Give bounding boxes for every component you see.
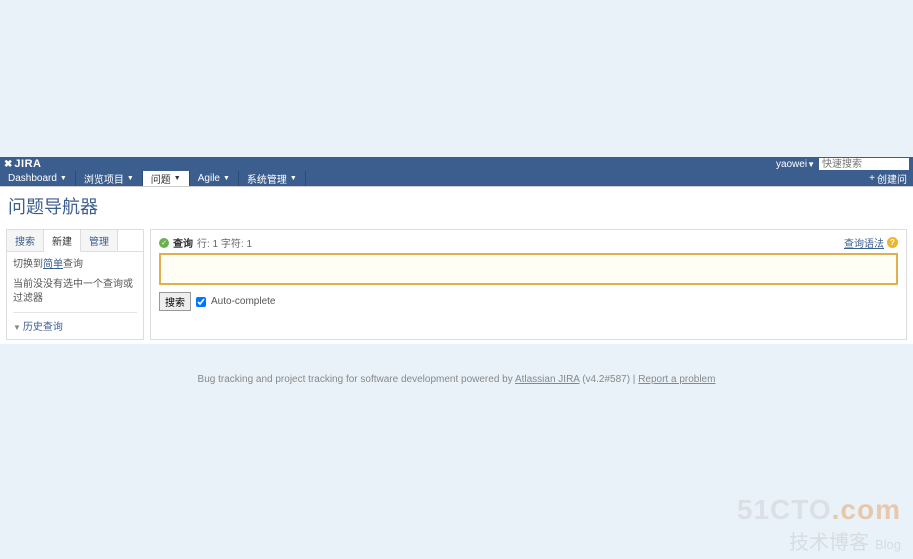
sidebar-tab-manage[interactable]: 管理 [81, 230, 118, 251]
cursor-position: 行: 1 字符: 1 [197, 235, 252, 250]
nav-issues[interactable]: 问题▼ [143, 171, 190, 186]
page-title: 问题导航器 [0, 187, 913, 225]
search-button[interactable]: 搜索 [159, 292, 191, 311]
syntax-help-link[interactable]: 查询语法 [844, 235, 884, 250]
disclosure-triangle-icon: ▼ [13, 323, 21, 332]
help-icon[interactable]: ? [887, 237, 898, 248]
switch-mode-text: 切换到简单查询 [13, 258, 137, 272]
nav-dashboard[interactable]: Dashboard▼ [0, 171, 76, 186]
nav-agile[interactable]: Agile▼ [190, 171, 239, 186]
nav-browse-projects[interactable]: 浏览项目▼ [76, 171, 143, 186]
atlassian-link[interactable]: Atlassian JIRA [515, 374, 579, 385]
logo-text: JIRA [14, 158, 41, 170]
status-ok-icon: ✓ [159, 238, 169, 248]
footer: Bug tracking and project tracking for so… [0, 344, 913, 395]
blank-area [0, 0, 913, 157]
content: 问题导航器 搜索 新建 管理 切换到简单查询 当前没没有选中一个查询或过滤器 ▼… [0, 186, 913, 344]
nav-bar: Dashboard▼ 浏览项目▼ 问题▼ Agile▼ 系统管理▼ +创建问 [0, 171, 913, 186]
header-bar: ✖ JIRA yaowei▼ [0, 157, 913, 171]
simple-mode-link[interactable]: 简单 [43, 259, 63, 270]
logo-icon: ✖ [4, 159, 12, 170]
sidebar: 搜索 新建 管理 切换到简单查询 当前没没有选中一个查询或过滤器 ▼历史查询 [6, 229, 144, 340]
sidebar-tabs: 搜索 新建 管理 [7, 230, 143, 252]
user-menu[interactable]: yaowei▼ [776, 159, 815, 170]
quick-search-input[interactable] [819, 158, 909, 170]
watermark: 51CTO.com 技术博客Blog [737, 494, 901, 555]
sidebar-tab-new[interactable]: 新建 [44, 230, 81, 252]
autocomplete-label: Auto-complete [211, 296, 275, 307]
sidebar-tab-search[interactable]: 搜索 [7, 230, 44, 251]
query-panel: ✓ 查询 行: 1 字符: 1 查询语法 ? 搜索 Auto-complete [150, 229, 907, 340]
jql-query-input[interactable] [159, 253, 898, 285]
history-section[interactable]: ▼历史查询 [13, 312, 137, 333]
query-label: 查询 [173, 235, 193, 250]
nav-create-issue[interactable]: +创建问 [863, 171, 913, 186]
nav-admin[interactable]: 系统管理▼ [239, 171, 306, 186]
sidebar-status-text: 当前没没有选中一个查询或过滤器 [13, 278, 137, 306]
report-problem-link[interactable]: Report a problem [638, 374, 715, 385]
autocomplete-checkbox[interactable] [196, 297, 206, 307]
